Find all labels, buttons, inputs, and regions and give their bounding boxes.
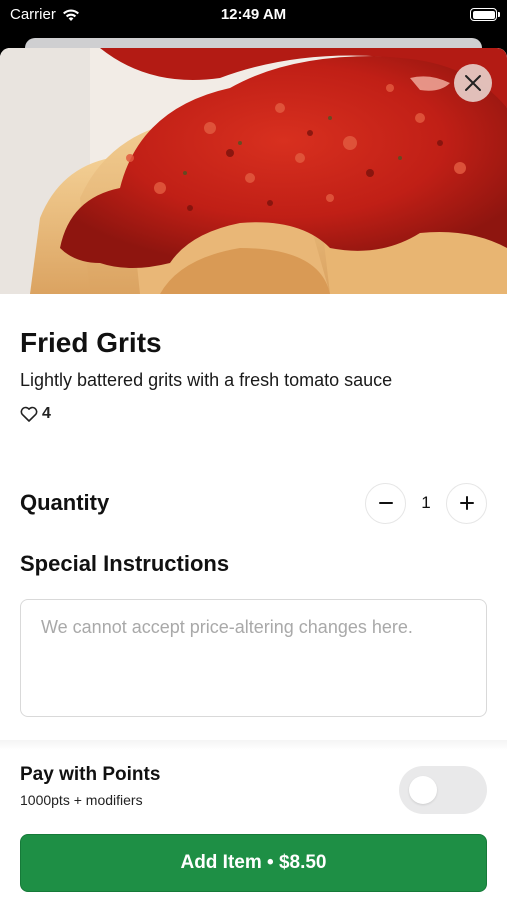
item-info: Fried Grits Lightly battered grits with … xyxy=(0,327,507,423)
close-button[interactable] xyxy=(454,64,492,102)
add-item-button[interactable]: Add Item • $8.50 xyxy=(20,834,487,892)
special-instructions-input[interactable] xyxy=(20,599,487,717)
toggle-knob xyxy=(409,776,437,804)
quantity-value: 1 xyxy=(421,493,431,512)
like-count-value: 4 xyxy=(42,405,51,422)
plus-icon xyxy=(459,496,474,510)
heart-outline-icon xyxy=(20,406,38,422)
item-detail-sheet: Fried Grits Lightly battered grits with … xyxy=(0,48,507,900)
status-time: 12:49 AM xyxy=(220,6,287,23)
like-count[interactable]: 4 xyxy=(20,405,487,423)
quantity-label: Quantity xyxy=(20,490,110,515)
footer-divider xyxy=(0,740,507,750)
item-title: Fried Grits xyxy=(20,327,162,358)
pay-with-points-row: Pay with Points 1000pts + modifiers xyxy=(20,764,487,816)
pay-with-points-toggle[interactable] xyxy=(399,766,487,814)
status-bar: Carrier 12:49 AM xyxy=(0,0,507,30)
close-icon xyxy=(465,75,481,91)
special-instructions-label: Special Instructions xyxy=(20,551,230,576)
quantity-stepper: 1 xyxy=(365,482,487,524)
item-description: Lightly battered grits with a fresh toma… xyxy=(20,370,393,390)
increase-quantity-button[interactable] xyxy=(446,482,487,524)
battery-icon xyxy=(470,8,500,21)
quantity-row: Quantity 1 xyxy=(20,481,487,525)
minus-icon xyxy=(378,502,393,504)
decrease-quantity-button[interactable] xyxy=(365,482,406,524)
fried-grits-image xyxy=(0,48,507,294)
item-photo xyxy=(0,48,507,294)
